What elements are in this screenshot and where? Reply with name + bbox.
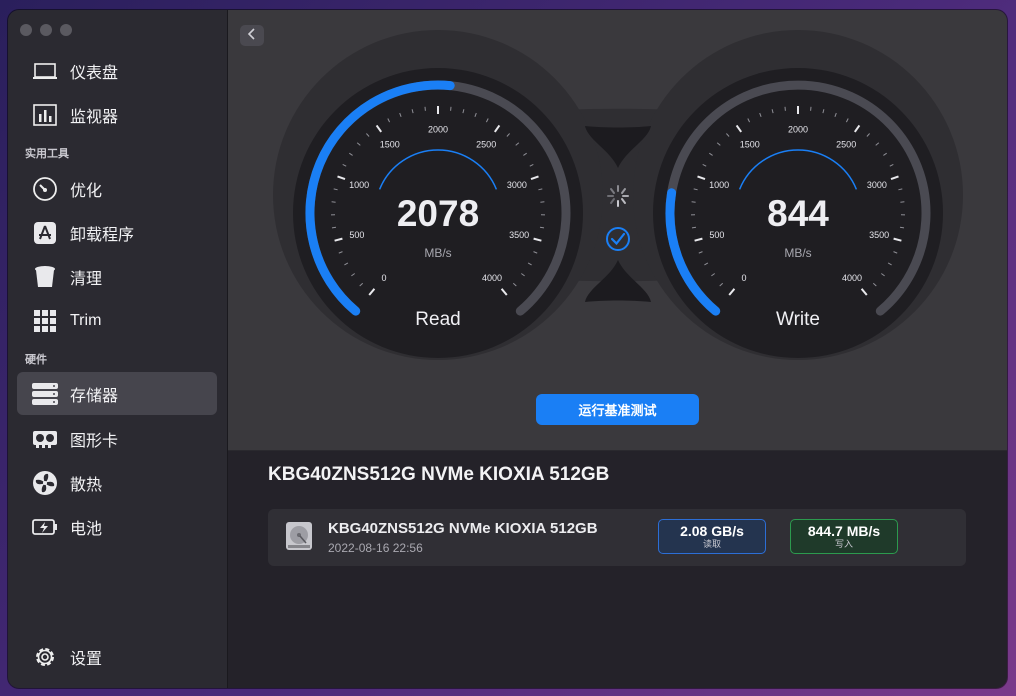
write-gauge: 0 500 1000 1500 2000 2500 3000 3500 4000 844 MB/s W… [653,68,943,358]
gauge-tick-label: 1500 [740,140,760,150]
sidebar-item-label: 卸载程序 [70,226,135,244]
laptop-icon [32,58,58,84]
gauge-tick-label: 4000 [842,273,862,283]
benchmark-date: 2022-08-16 22:56 [328,541,423,555]
sidebar-item-uninstaller[interactable]: 卸载程序 [17,211,217,254]
minimize-window-button[interactable] [40,24,52,36]
disk-model-name: KBG40ZNS512G NVMe KIOXIA 512GB [328,520,598,537]
write-speed-value: 844.7 MB/s [807,523,881,539]
gauge-minor-tick [331,226,337,229]
sidebar-item-label: 设置 [70,650,103,668]
read-speed-label: 读取 [702,539,721,549]
gauge-tick-label: 1000 [709,180,729,190]
gauge-tick-label: 3000 [867,180,887,190]
gauge-unit-text: MB/s [784,246,811,260]
zoom-window-button[interactable] [60,24,72,36]
app-window: 仪表盘 监视器 实用工具 优化 卸载程序 清理 Trim 硬件 存储器 图形卡 … [8,10,1007,688]
gauge-tick-label: 1000 [349,180,369,190]
storage-icon [32,381,58,407]
sidebar-item-label: 散热 [70,476,103,494]
gauge-value-text: 2078 [397,193,479,234]
gauge-tick-label: 2000 [428,125,448,135]
grid-icon [32,308,58,334]
read-speed-value: 2.08 GB/s [680,523,744,539]
gauge-tick-label: 4000 [482,273,502,283]
sidebar: 仪表盘 监视器 实用工具 优化 卸载程序 清理 Trim 硬件 存储器 图形卡 … [8,10,228,688]
gauge-tick-label: 2500 [476,140,496,150]
sidebar-item-storage[interactable]: 存储器 [17,372,217,415]
gpu-icon [32,426,58,452]
section-label-tools: 实用工具 [25,148,69,160]
benchmark-panel: 0 500 1000 1500 2000 2500 3000 3500 4000 2078 MB/s… [228,10,1007,451]
app-store-icon [32,220,58,246]
sidebar-item-settings[interactable]: 设置 [17,635,217,678]
read-gauge: 0 500 1000 1500 2000 2500 3000 3500 4000 2078 MB/s… [293,68,583,358]
gauge-value-text: 844 [767,193,829,234]
write-speed-label: 写入 [834,539,853,549]
hard-drive-icon [284,521,314,556]
window-controls [20,24,72,36]
sidebar-item-battery[interactable]: 电池 [17,505,217,548]
gauge-tick-label: 500 [709,230,724,240]
chart-icon [32,102,58,128]
gauge-tick-label: 3000 [507,180,527,190]
gauge-unit-text: MB/s [424,246,451,260]
gauge-minor-tick [691,226,697,229]
sidebar-item-label: 仪表盘 [70,64,119,82]
sidebar-item-label: 存储器 [70,387,119,405]
sidebar-item-cooling[interactable]: 散热 [17,461,217,504]
sidebar-item-label: Trim [70,311,102,329]
main-content: 0 500 1000 1500 2000 2500 3000 3500 4000 2078 MB/s… [228,10,1007,688]
sidebar-item-label: 监视器 [70,108,119,126]
speedometer-icon [32,176,58,202]
gauge-tick-label: 2000 [788,125,808,135]
write-speed-badge: 844.7 MB/s 写入 [790,519,898,554]
gauge-minor-tick [539,226,545,229]
gauge-tick-label: 500 [349,230,364,240]
fan-icon [32,470,58,496]
sidebar-item-cleanup[interactable]: 清理 [17,255,217,298]
sidebar-item-dashboard[interactable]: 仪表盘 [17,49,217,92]
sidebar-item-trim[interactable]: Trim [17,299,217,342]
section-label-hardware: 硬件 [25,354,47,366]
trash-icon [32,264,58,290]
read-speed-badge: 2.08 GB/s 读取 [658,519,766,554]
gauge-tick-label: 2500 [836,140,856,150]
gauge-caption-text: Write [776,309,820,330]
close-window-button[interactable] [20,24,32,36]
disk-title: KBG40ZNS512G NVMe KIOXIA 512GB [268,464,610,485]
gear-icon [32,644,58,670]
gauge-caption-text: Read [415,309,460,330]
gauge-tick-label: 1500 [380,140,400,150]
sidebar-item-monitor[interactable]: 监视器 [17,93,217,136]
sidebar-item-optimize[interactable]: 优化 [17,167,217,210]
gauges-graphic: 0 500 1000 1500 2000 2500 3000 3500 4000 2078 MB/s… [273,30,963,360]
gauge-tick-label: 3500 [869,230,889,240]
sidebar-item-label: 优化 [70,182,103,200]
benchmark-result-row[interactable]: KBG40ZNS512G NVMe KIOXIA 512GB 2022-08-1… [268,509,966,566]
sidebar-item-graphics[interactable]: 图形卡 [17,417,217,460]
sidebar-item-label: 清理 [70,270,103,288]
run-benchmark-button[interactable]: 运行基准测试 [536,394,699,425]
gauge-tick-label: 0 [741,273,746,283]
gauge-minor-tick [899,226,905,229]
sidebar-item-label: 图形卡 [70,432,119,450]
sidebar-item-label: 电池 [70,520,103,538]
gauge-tick-label: 3500 [509,230,529,240]
gauge-tick-label: 0 [381,273,386,283]
battery-icon [32,514,58,540]
